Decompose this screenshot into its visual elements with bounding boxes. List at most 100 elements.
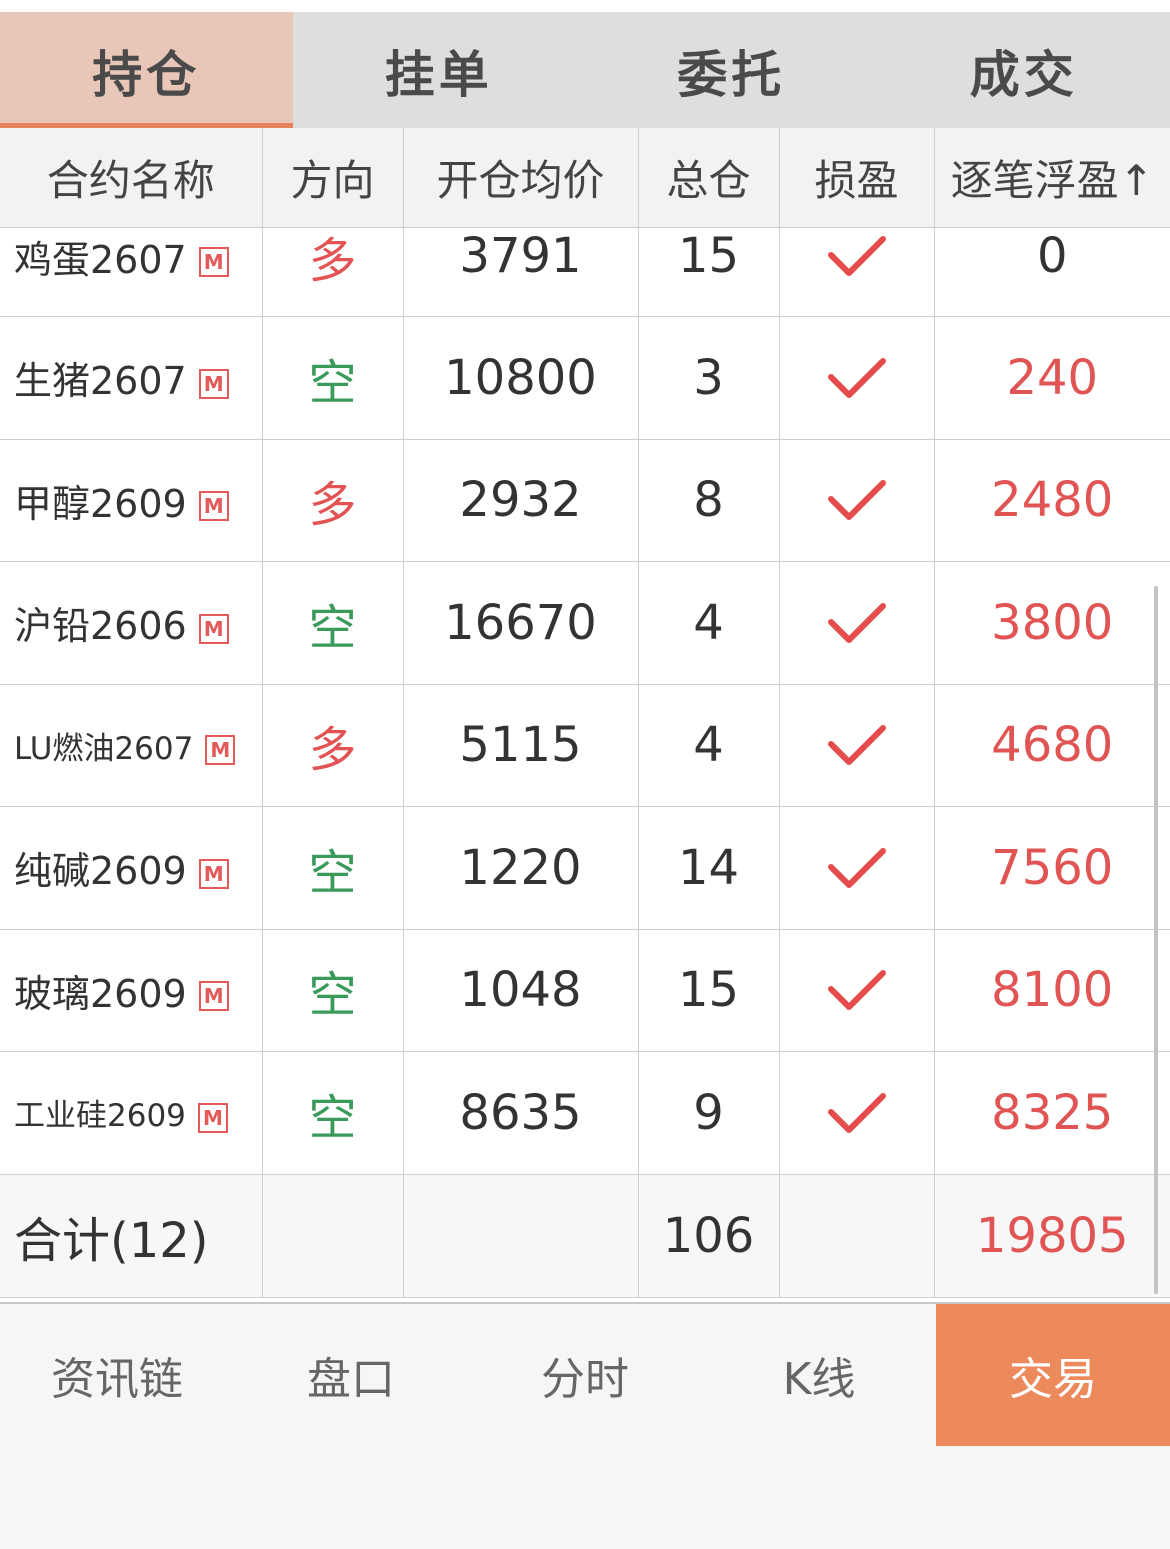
m-badge-icon: M xyxy=(199,981,229,1011)
empty-cell xyxy=(403,1174,638,1297)
direction: 空 xyxy=(308,600,356,656)
contract-name: 鸡蛋2607 xyxy=(14,238,187,282)
float-pnl-cell: 2480 xyxy=(934,439,1170,562)
contract-name: 沪铅2606 xyxy=(14,604,187,648)
avg-price-cell: 16670 xyxy=(403,562,638,685)
float-pnl: 4680 xyxy=(991,717,1113,773)
stop-profit-cell[interactable] xyxy=(779,807,934,930)
header-contract-name[interactable]: 合约名称 xyxy=(0,128,262,228)
contract-name-cell: 沪铅2606M xyxy=(0,562,262,685)
table-row[interactable]: 鸡蛋2607 M 多 3791 15 0 xyxy=(0,228,1170,317)
stop-profit-cell[interactable] xyxy=(779,929,934,1052)
qty-cell: 4 xyxy=(638,562,779,685)
avg-price: 2932 xyxy=(459,472,581,528)
header-total-qty[interactable]: 总仓 xyxy=(638,128,779,228)
check-icon[interactable] xyxy=(780,233,934,279)
qty-cell: 14 xyxy=(638,807,779,930)
tab-trades[interactable]: 成交 xyxy=(878,12,1170,128)
tab-orders[interactable]: 委托 xyxy=(585,12,878,128)
nav-news-chain[interactable]: 资讯链 xyxy=(0,1304,234,1446)
table-row[interactable]: 甲醇2609M 多 2932 8 2480 xyxy=(0,439,1170,562)
check-icon[interactable] xyxy=(780,845,934,891)
contract-name: 玻璃2609 xyxy=(14,972,187,1016)
table-row[interactable]: 生猪2607M空108003240 xyxy=(0,317,1170,440)
tab-pending-orders[interactable]: 挂单 xyxy=(293,12,586,128)
float-pnl-cell: 0 xyxy=(934,228,1170,317)
bottom-nav: 资讯链 盘口 分时 K线 交易 xyxy=(0,1304,1170,1446)
total-pnl-cell: 19805 xyxy=(934,1174,1170,1297)
nav-trade-button[interactable]: 交易 xyxy=(936,1304,1170,1446)
m-badge-icon: M xyxy=(198,1103,228,1133)
contract-name-cell: 甲醇2609M xyxy=(0,439,262,562)
float-pnl: 2480 xyxy=(991,472,1113,528)
avg-price-cell: 5115 xyxy=(403,684,638,807)
nav-order-book[interactable]: 盘口 xyxy=(234,1304,468,1446)
float-pnl-cell: 3800 xyxy=(934,562,1170,685)
stop-profit-cell[interactable] xyxy=(779,439,934,562)
header-float-pnl[interactable]: 逐笔浮盈↑ xyxy=(934,128,1170,228)
scrollbar[interactable] xyxy=(1154,586,1158,1294)
stop-profit-cell[interactable] xyxy=(779,228,934,317)
avg-price: 1048 xyxy=(459,962,581,1018)
header-avg-price[interactable]: 开仓均价 xyxy=(403,128,638,228)
bottom-bar: 资讯链 盘口 分时 K线 交易 xyxy=(0,1302,1170,1549)
total-qty: 14 xyxy=(678,840,739,896)
check-icon[interactable] xyxy=(780,477,934,523)
total-qty: 106 xyxy=(663,1208,755,1264)
table-header-row: 合约名称 方向 开仓均价 总仓 损盈 逐笔浮盈↑ xyxy=(0,128,1170,228)
direction-cell: 空 xyxy=(262,562,403,685)
empty-cell xyxy=(779,1174,934,1297)
stop-profit-cell[interactable] xyxy=(779,684,934,807)
total-qty: 4 xyxy=(693,595,724,651)
float-pnl-cell: 4680 xyxy=(934,684,1170,807)
tab-positions[interactable]: 持仓 xyxy=(0,12,293,128)
check-icon[interactable] xyxy=(780,600,934,646)
contract-name-cell: 鸡蛋2607 M xyxy=(0,228,262,317)
float-pnl-cell: 7560 xyxy=(934,807,1170,930)
stop-profit-cell[interactable] xyxy=(779,1052,934,1175)
total-row: 合计(12) 106 19805 xyxy=(0,1174,1170,1297)
contract-name-cell: 生猪2607M xyxy=(0,317,262,440)
table-row[interactable]: LU燃油2607M 多 5115 4 4680 xyxy=(0,684,1170,807)
direction: 多 xyxy=(308,477,356,533)
total-qty: 9 xyxy=(693,1085,724,1141)
table-row[interactable]: 工业硅2609M空863598325 xyxy=(0,1052,1170,1175)
nav-kline[interactable]: K线 xyxy=(702,1304,936,1446)
top-gap xyxy=(0,0,1170,12)
direction: 空 xyxy=(308,1090,356,1146)
contract-name: 甲醇2609 xyxy=(14,482,187,526)
check-icon[interactable] xyxy=(780,967,934,1013)
table-row[interactable]: 纯碱2609M空1220147560 xyxy=(0,807,1170,930)
direction-cell: 多 xyxy=(262,684,403,807)
qty-cell: 8 xyxy=(638,439,779,562)
direction: 多 xyxy=(308,722,356,778)
total-qty: 15 xyxy=(678,228,739,284)
avg-price-cell: 2932 xyxy=(403,439,638,562)
contract-name-cell: LU燃油2607M xyxy=(0,684,262,807)
header-direction[interactable]: 方向 xyxy=(262,128,403,228)
check-icon[interactable] xyxy=(780,722,934,768)
float-pnl-cell: 240 xyxy=(934,317,1170,440)
check-icon[interactable] xyxy=(780,355,934,401)
direction: 多 xyxy=(308,233,356,289)
header-stop-profit[interactable]: 损盈 xyxy=(779,128,934,228)
nav-intraday[interactable]: 分时 xyxy=(468,1304,702,1446)
total-label: 合计(12) xyxy=(0,1174,262,1297)
qty-cell: 4 xyxy=(638,684,779,807)
table-row[interactable]: 沪铅2606M 空 16670 4 3800 xyxy=(0,562,1170,685)
float-pnl: 240 xyxy=(1006,350,1098,406)
total-qty: 15 xyxy=(678,962,739,1018)
stop-profit-cell[interactable] xyxy=(779,317,934,440)
stop-profit-cell[interactable] xyxy=(779,562,934,685)
table-row[interactable]: 玻璃2609M空1048158100 xyxy=(0,929,1170,1052)
avg-price: 3791 xyxy=(459,228,581,284)
contract-name: LU燃油2607 xyxy=(14,731,193,767)
direction-cell: 空 xyxy=(262,807,403,930)
m-badge-icon: M xyxy=(199,247,229,277)
check-icon[interactable] xyxy=(780,1090,934,1136)
total-qty: 3 xyxy=(693,350,724,406)
contract-name-cell: 纯碱2609M xyxy=(0,807,262,930)
total-qty: 4 xyxy=(693,717,724,773)
avg-price-cell: 8635 xyxy=(403,1052,638,1175)
qty-cell: 15 xyxy=(638,929,779,1052)
